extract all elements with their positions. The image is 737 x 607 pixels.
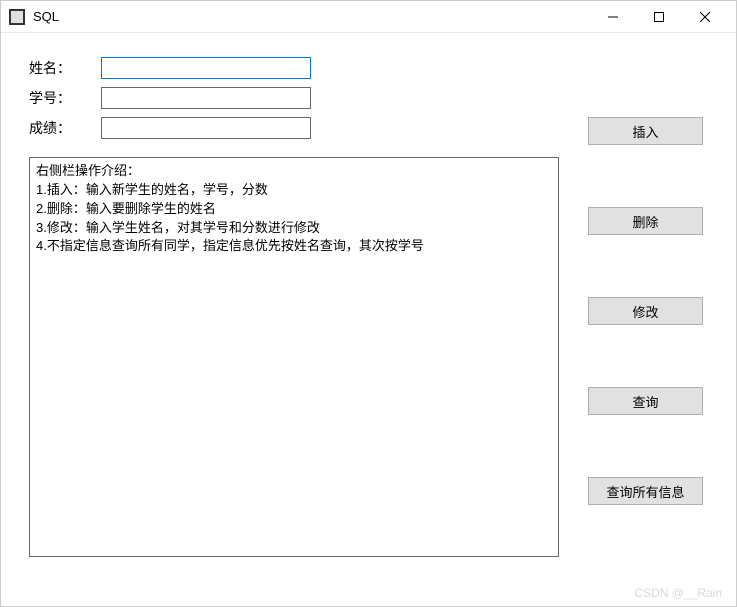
right-column: 插入 删除 修改 查询 查询所有信息	[588, 57, 708, 557]
titlebar: SQL	[1, 1, 736, 33]
name-label: 姓名：	[29, 58, 89, 78]
maximize-icon	[654, 12, 664, 22]
insert-button[interactable]: 插入	[588, 117, 703, 145]
maximize-button[interactable]	[636, 2, 682, 32]
watermark: CSDN @__Rain	[634, 586, 722, 600]
id-label: 学号：	[29, 88, 89, 108]
query-button[interactable]: 查询	[588, 387, 703, 415]
score-row: 成绩：	[29, 117, 568, 139]
update-button[interactable]: 修改	[588, 297, 703, 325]
id-row: 学号：	[29, 87, 568, 109]
window-title: SQL	[33, 9, 590, 24]
query-all-button[interactable]: 查询所有信息	[588, 477, 703, 505]
close-button[interactable]	[682, 2, 728, 32]
app-icon	[9, 9, 25, 25]
left-column: 姓名： 学号： 成绩： 右侧栏操作介绍： 1.插入：输入新学生的姓名，学号，分数…	[29, 57, 568, 557]
id-input[interactable]	[101, 87, 311, 109]
minimize-icon	[608, 12, 618, 22]
name-row: 姓名：	[29, 57, 568, 79]
minimize-button[interactable]	[590, 2, 636, 32]
form-area: 姓名： 学号： 成绩： 右侧栏操作介绍： 1.插入：输入新学生的姓名，学号，分数…	[29, 57, 708, 557]
window-controls	[590, 2, 728, 32]
content-area: 姓名： 学号： 成绩： 右侧栏操作介绍： 1.插入：输入新学生的姓名，学号，分数…	[1, 33, 736, 606]
score-input[interactable]	[101, 117, 311, 139]
score-label: 成绩：	[29, 118, 89, 138]
name-input[interactable]	[101, 57, 311, 79]
delete-button[interactable]: 删除	[588, 207, 703, 235]
info-textbox[interactable]: 右侧栏操作介绍： 1.插入：输入新学生的姓名，学号，分数 2.删除：输入要删除学…	[29, 157, 559, 557]
close-icon	[700, 12, 710, 22]
